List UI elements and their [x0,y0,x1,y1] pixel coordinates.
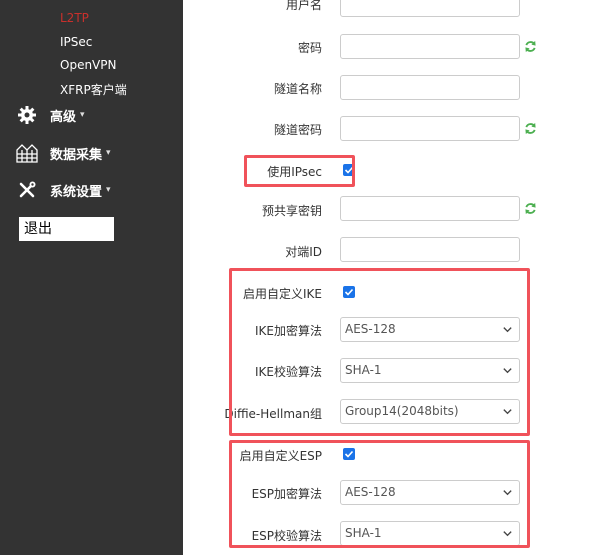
sidebar-item-system-settings[interactable]: 系统设置 ▾ [14,177,111,203]
peer-id-input[interactable] [340,237,520,262]
sidebar-item-label: 高级 [50,109,77,125]
sidebar-item-data-collection[interactable]: 数据采集 ▾ [14,140,111,166]
tunnel-password-label: 隧道密码 [273,123,322,137]
psk-label: 预共享密钥 [261,204,322,218]
sidebar-item-l2tp[interactable]: L2TP [60,11,89,25]
highlight-box-ike [229,268,530,436]
refresh-icon[interactable] [524,40,537,53]
sidebar-item-label: 系统设置 [50,184,103,200]
tunnel-name-input[interactable] [340,75,520,100]
peer-id-label: 对端ID [285,245,322,259]
tunnel-name-label: 隧道名称 [273,82,322,96]
psk-input[interactable] [340,196,520,221]
data-collection-icon [14,142,40,164]
refresh-icon[interactable] [524,202,537,215]
logout-button[interactable]: 退出 [19,217,114,241]
sidebar-item-label: 数据采集 [50,147,103,163]
sidebar-item-ipsec[interactable]: IPSec [60,35,92,49]
sidebar-item-advanced[interactable]: 高级 ▾ [14,102,85,128]
sidebar-item-openvpn[interactable]: OpenVPN [60,58,116,72]
wrench-icon [14,179,40,201]
caret-down-icon: ▾ [106,185,111,195]
tunnel-password-input[interactable] [340,116,520,141]
username-input[interactable] [340,0,520,17]
highlight-box-ipsec [244,155,355,187]
sidebar-item-xfrp[interactable]: XFRP客户端 [60,81,127,98]
refresh-icon[interactable] [524,122,537,135]
password-input[interactable] [340,34,520,59]
caret-down-icon: ▾ [106,148,111,158]
gear-icon [14,104,40,126]
password-label: 密码 [297,41,322,55]
sidebar: L2TP IPSec OpenVPN XFRP客户端 高级 ▾ 数据采集 ▾ 系… [0,0,183,555]
highlight-box-esp [229,440,530,548]
caret-down-icon: ▾ [80,110,85,120]
username-label: 用户名 [285,0,322,12]
